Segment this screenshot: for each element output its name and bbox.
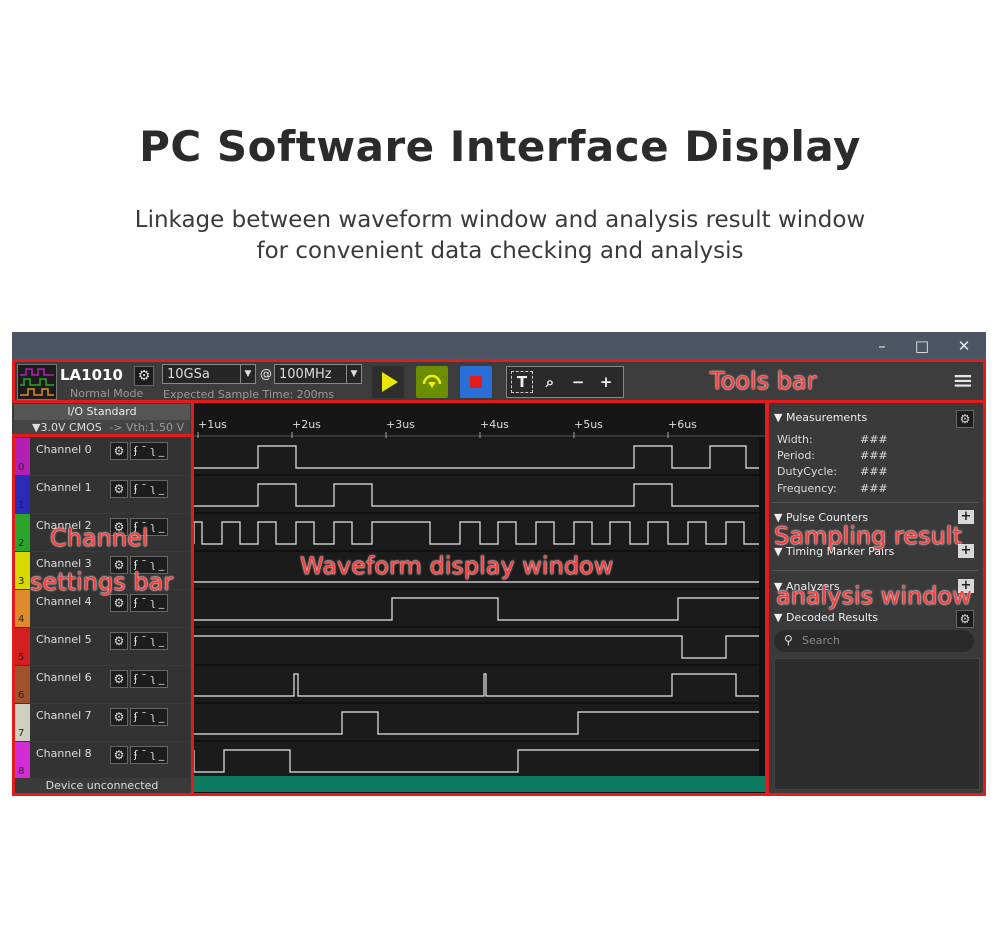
tools-bar-annotation: Tools bar: [710, 367, 817, 395]
channel-annotation-line1: Channel: [50, 524, 149, 552]
io-standard-header: I/O Standard: [14, 404, 190, 420]
window-titlebar: – □ ✕: [12, 332, 986, 360]
tools-bar-highlight: [12, 359, 986, 403]
subtitle-line-1: Linkage between waveform window and anal…: [134, 207, 866, 233]
sampling-annotation-line1: Sampling result: [774, 522, 962, 550]
subtitle-line-2: for convenient data checking and analysi…: [256, 238, 744, 264]
page-title: PC Software Interface Display: [139, 122, 861, 171]
channel-annotation-line2: settings bar: [30, 568, 174, 596]
maximize-button[interactable]: □: [902, 332, 942, 360]
sampling-annotation-line2: analysis window: [776, 582, 972, 610]
app-window: – □ ✕ LA1010 ⚙ Normal Mode 10GSa ▼ @ 100…: [12, 332, 986, 796]
channel-settings-highlight: [12, 434, 194, 796]
io-standard-value: ▼3.0V CMOS: [32, 421, 102, 434]
close-button[interactable]: ✕: [944, 332, 984, 360]
waveform-window-highlight: [191, 400, 769, 796]
waveform-annotation: Waveform display window: [300, 552, 614, 580]
io-vth-value: -> Vth:1.50 V: [109, 421, 185, 434]
minimize-button[interactable]: –: [862, 332, 902, 360]
